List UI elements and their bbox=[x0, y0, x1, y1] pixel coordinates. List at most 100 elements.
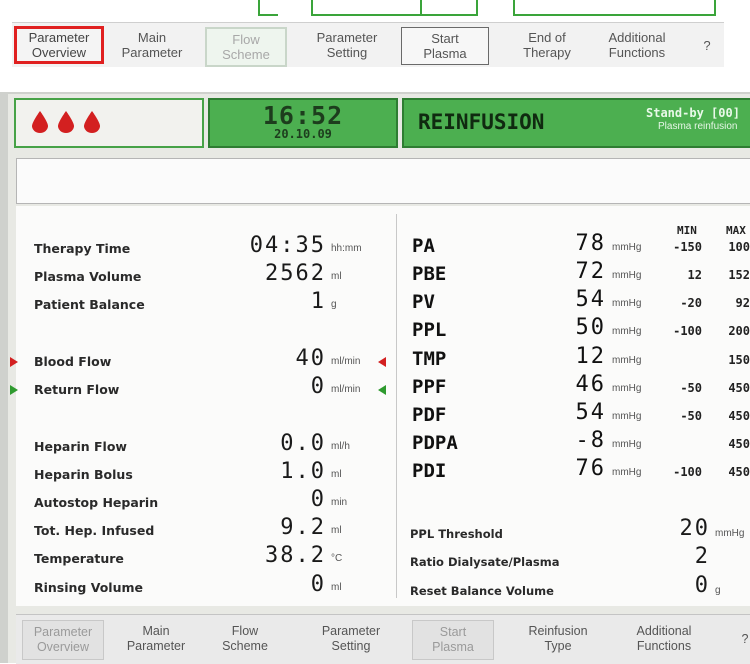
pressure-value-pbe: 72 bbox=[575, 259, 606, 284]
right-param-unit-ppl-threshold: mmHg bbox=[715, 528, 745, 539]
pressure-unit-tmp: mmHg bbox=[612, 355, 642, 366]
red-flow-marker-icon bbox=[10, 357, 18, 367]
pressure-label-ppf: PPF bbox=[412, 376, 447, 398]
right-param-label-reset-balance-volume: Reset Balance Volume bbox=[410, 584, 554, 598]
right-param-value-reset-balance-volume: 0 bbox=[694, 573, 710, 598]
param-label-therapy-time: Therapy Time bbox=[34, 241, 131, 256]
pressure-max-pv: 92 bbox=[735, 296, 750, 310]
max-column-header: MAX bbox=[726, 224, 746, 237]
status-panel: REINFUSION Stand-by [00] Plasma reinfusi… bbox=[402, 98, 750, 148]
pressure-min-pdf: -50 bbox=[680, 409, 702, 423]
bottom-tab-parameter-setting[interactable]: Parameter Setting bbox=[306, 620, 396, 658]
pressure-label-pa: PA bbox=[412, 235, 435, 257]
top-tab-parameter-setting[interactable]: Parameter Setting bbox=[302, 27, 392, 63]
pressure-label-pv: PV bbox=[412, 291, 435, 313]
bottom-tab-additional-functions[interactable]: Additional Functions bbox=[616, 620, 712, 658]
pressure-min-pv: -20 bbox=[680, 296, 702, 310]
param-unit-therapy-time: hh:mm bbox=[331, 243, 362, 254]
top-toolbar: Parameter Overview Main Parameter Flow Scheme… bbox=[12, 22, 724, 67]
clock-panel: 16:52 20.10.09 bbox=[208, 98, 398, 148]
param-unit-tot-hep-infused: ml bbox=[331, 525, 342, 536]
pressure-max-pdpa: 450 bbox=[728, 437, 750, 451]
param-label-return-flow: Return Flow bbox=[34, 382, 120, 397]
monitor-screen: 16:52 20.10.09 REINFUSION Stand-by [00] … bbox=[0, 92, 750, 664]
param-value-rinsing-volume: 0 bbox=[310, 572, 326, 597]
param-label-heparin-bolus: Heparin Bolus bbox=[34, 467, 133, 482]
pressure-label-ppl: PPL bbox=[412, 319, 447, 341]
param-unit-heparin-bolus: ml bbox=[331, 469, 342, 480]
param-unit-plasma-volume: ml bbox=[331, 271, 342, 282]
bottom-toolbar: Parameter Overview Main Parameter Flow Scheme… bbox=[16, 614, 750, 664]
param-value-tot-hep-infused: 9.2 bbox=[280, 515, 326, 540]
status-subtitle: Plasma reinfusion bbox=[658, 121, 738, 132]
param-label-heparin-flow: Heparin Flow bbox=[34, 439, 127, 454]
top-toolbar-area: Parameter Overview Main Parameter Flow Scheme… bbox=[0, 0, 750, 70]
param-value-patient-balance: 1 bbox=[310, 289, 326, 314]
param-value-heparin-bolus: 1.0 bbox=[280, 459, 326, 484]
pressure-label-pdi: PDI bbox=[412, 460, 447, 482]
pressure-max-pdi: 450 bbox=[728, 465, 750, 479]
bottom-tab-help[interactable]: ? bbox=[734, 620, 750, 658]
pressure-min-pdi: -100 bbox=[673, 465, 702, 479]
param-label-blood-flow: Blood Flow bbox=[34, 354, 112, 369]
param-unit-autostop-heparin: min bbox=[331, 497, 348, 508]
pressure-max-ppf: 450 bbox=[728, 381, 750, 395]
param-label-rinsing-volume: Rinsing Volume bbox=[34, 580, 143, 595]
bottom-tab-parameter-overview[interactable]: Parameter Overview bbox=[22, 620, 104, 660]
pressure-max-ppl: 200 bbox=[728, 324, 750, 338]
pressure-max-pbe: 152 bbox=[728, 268, 750, 282]
param-unit-blood-flow: ml/min bbox=[331, 356, 361, 367]
pressure-value-pv: 54 bbox=[575, 287, 606, 312]
top-tab-parameter-overview[interactable]: Parameter Overview bbox=[14, 26, 104, 64]
status-mode: Stand-by [00] bbox=[646, 106, 740, 120]
pressure-max-tmp: 150 bbox=[728, 353, 750, 367]
bottom-tab-start-plasma[interactable]: Start Plasma bbox=[412, 620, 494, 660]
pressure-min-ppf: -50 bbox=[680, 381, 702, 395]
pressure-value-tmp: 12 bbox=[575, 344, 606, 369]
param-label-tot-hep-infused: Tot. Hep. Infused bbox=[34, 523, 155, 538]
bottom-tab-main-parameter[interactable]: Main Parameter bbox=[112, 620, 200, 658]
param-value-therapy-time: 04:35 bbox=[249, 233, 326, 258]
blood-drops-indicator bbox=[14, 98, 204, 148]
right-param-unit-reset-balance-volume: g bbox=[715, 585, 721, 596]
pressure-unit-pdi: mmHg bbox=[612, 467, 642, 478]
pressure-label-pdf: PDF bbox=[412, 404, 447, 426]
param-value-autostop-heparin: 0 bbox=[310, 487, 326, 512]
pressure-unit-ppf: mmHg bbox=[612, 383, 642, 394]
pressure-max-pdf: 450 bbox=[728, 409, 750, 423]
blood-drop-icon bbox=[32, 111, 48, 133]
top-tab-help[interactable]: ? bbox=[696, 27, 718, 63]
bottom-tab-reinfusion-type[interactable]: Reinfusion Type bbox=[510, 620, 606, 658]
top-tab-main-parameter[interactable]: Main Parameter bbox=[108, 27, 196, 63]
pressure-value-pdpa: -8 bbox=[575, 428, 606, 453]
min-column-header: MIN bbox=[677, 224, 697, 237]
message-box bbox=[16, 158, 750, 204]
param-label-plasma-volume: Plasma Volume bbox=[34, 269, 142, 284]
param-value-temperature: 38.2 bbox=[265, 543, 326, 568]
green-flow-arrow-icon bbox=[378, 385, 386, 395]
pressure-unit-pdf: mmHg bbox=[612, 411, 642, 422]
pressure-min-pbe: 12 bbox=[687, 268, 702, 282]
right-param-label-ppl-threshold: PPL Threshold bbox=[410, 527, 503, 541]
top-flow-diagram-fragment bbox=[0, 0, 725, 20]
red-flow-arrow-icon bbox=[378, 357, 386, 367]
right-param-label-ratio-dialysate-plasma: Ratio Dialysate/Plasma bbox=[410, 555, 560, 569]
bottom-tab-flow-scheme[interactable]: Flow Scheme bbox=[206, 620, 284, 658]
top-tab-additional-functions[interactable]: Additional Functions bbox=[592, 27, 682, 63]
pressure-unit-ppl: mmHg bbox=[612, 326, 642, 337]
top-tab-end-of-therapy[interactable]: End of Therapy bbox=[505, 27, 589, 63]
clock-date: 20.10.09 bbox=[274, 127, 332, 141]
param-value-return-flow: 0 bbox=[310, 374, 326, 399]
blood-drop-icon bbox=[84, 111, 100, 133]
top-tab-flow-scheme[interactable]: Flow Scheme bbox=[205, 27, 287, 67]
pressure-value-pdi: 76 bbox=[575, 456, 606, 481]
top-tab-start-plasma[interactable]: Start Plasma bbox=[401, 27, 489, 65]
param-label-autostop-heparin: Autostop Heparin bbox=[34, 495, 159, 510]
blood-drop-icon bbox=[58, 111, 74, 133]
clock-time: 16:52 bbox=[262, 101, 344, 130]
param-value-plasma-volume: 2562 bbox=[265, 261, 326, 286]
param-unit-heparin-flow: ml/h bbox=[331, 441, 350, 452]
screen-frame: 16:52 20.10.09 REINFUSION Stand-by [00] … bbox=[8, 94, 750, 664]
param-label-patient-balance: Patient Balance bbox=[34, 297, 145, 312]
pressure-value-pdf: 54 bbox=[575, 400, 606, 425]
